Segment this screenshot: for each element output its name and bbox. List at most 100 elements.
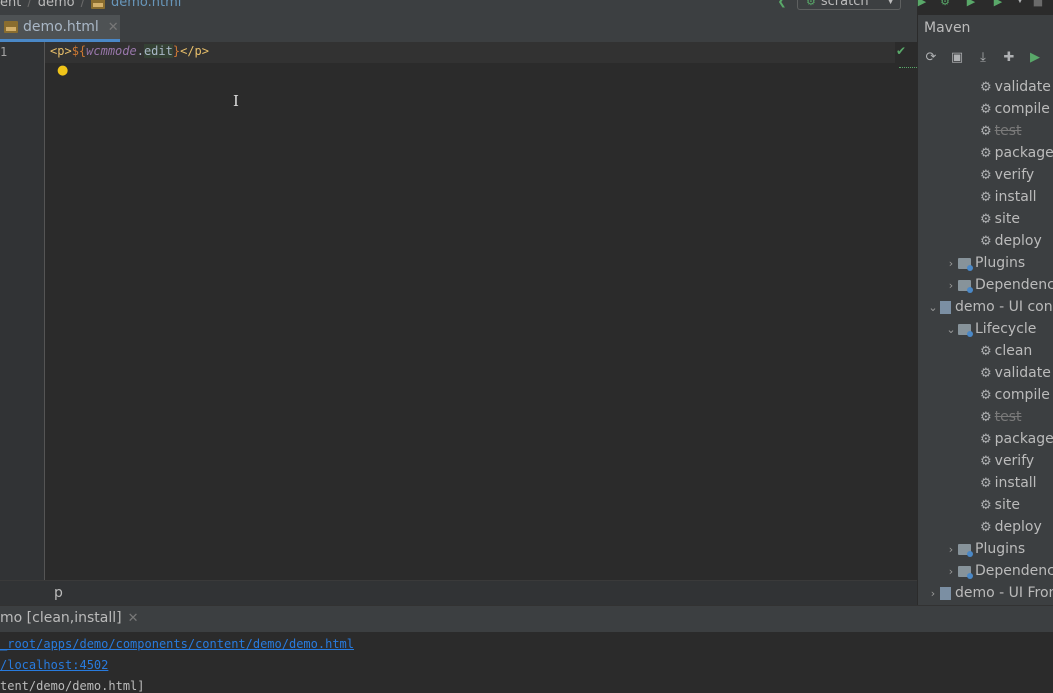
gear-icon: ⚙	[980, 365, 992, 381]
maven-tree-item[interactable]: ⚙ install	[980, 186, 1037, 208]
maven-tree-item[interactable]: ⚙ deploy	[980, 230, 1042, 252]
maven-tree-item[interactable]: ⚙ install	[980, 472, 1037, 494]
editor-tab-demo-html[interactable]: demo.html ✕	[0, 15, 120, 42]
breadcrumb-file[interactable]: demo.html	[111, 0, 181, 10]
gear-icon: ⚙	[806, 0, 816, 8]
console-line: tent/demo/demo.html]	[0, 679, 145, 693]
breadcrumb-item-1[interactable]: demo	[38, 0, 75, 10]
chevron-right-icon[interactable]: ›	[944, 257, 958, 270]
chevron-down-icon[interactable]: ⌄	[926, 301, 940, 314]
download-icon[interactable]: ⤓	[970, 50, 996, 65]
html-file-icon	[4, 21, 18, 33]
maven-tree-item-label: validate	[994, 365, 1051, 381]
maven-tree-item-label: validate	[994, 79, 1051, 95]
chevron-right-icon[interactable]: ›	[944, 279, 958, 292]
gear-icon: ⚙	[980, 519, 992, 535]
maven-tree-item[interactable]: ⚙ package	[980, 428, 1053, 450]
maven-tree-item[interactable]: ⚙ validate	[980, 362, 1051, 384]
maven-tree-item[interactable]: › Plugins	[944, 252, 1025, 274]
maven-tree-item-label: Dependencies	[975, 277, 1053, 293]
console-link[interactable]: _root/apps/demo/components/content/demo/…	[0, 637, 354, 651]
breadcrumb: ent / demo / demo.html	[0, 0, 181, 10]
maven-tree-item-label: Plugins	[975, 541, 1026, 557]
maven-tree-item[interactable]: ⚙ test	[980, 120, 1022, 142]
chevron-down-icon: ▼	[887, 0, 894, 6]
add-icon[interactable]: ✚	[996, 50, 1022, 65]
run-icon[interactable]: ▶	[1022, 50, 1048, 65]
folder-icon	[958, 543, 973, 557]
run-console[interactable]: _root/apps/demo/components/content/demo/…	[0, 632, 1053, 693]
close-icon[interactable]: ✕	[128, 611, 139, 626]
code-close-tag: </p>	[180, 44, 209, 58]
gear-icon: ⚙	[980, 79, 992, 95]
chevron-down-icon[interactable]: ▼	[1012, 0, 1028, 9]
maven-tree-item[interactable]: › Dependencies	[944, 560, 1053, 582]
maven-tree-item[interactable]: ⚙ compile	[980, 384, 1050, 406]
maven-tree-item[interactable]: ⚙ verify	[980, 450, 1034, 472]
gear-icon: ⚙	[980, 387, 992, 403]
maven-tree-item[interactable]: › demo - UI Frontend	[926, 582, 1053, 604]
html-file-icon	[91, 0, 105, 9]
run-tab-label: mo [clean,install]	[0, 610, 122, 626]
run-configuration-label: scratch	[820, 0, 869, 9]
run-panel-header	[0, 605, 1053, 633]
debug-icon[interactable]: ⚙	[937, 0, 953, 9]
refresh-icon[interactable]: ⟳	[918, 50, 944, 65]
add-folder-icon[interactable]: ▣	[944, 50, 970, 65]
gear-icon: ⚙	[980, 409, 992, 425]
run-configuration-select[interactable]: ⚙ scratch ▼	[797, 0, 901, 10]
maven-tree-item[interactable]: ⚙ site	[980, 208, 1020, 230]
gear-icon: ⚙	[980, 189, 992, 205]
breadcrumb-item-0[interactable]: ent	[0, 0, 21, 10]
folder-icon	[958, 279, 973, 293]
profile-icon[interactable]: ▶	[990, 0, 1006, 9]
gear-icon: ⚙	[980, 343, 992, 359]
code-expression-start: ${	[71, 44, 87, 58]
maven-tree-item[interactable]: ⚙ clean	[980, 340, 1032, 362]
chevron-right-icon[interactable]: ›	[944, 565, 958, 578]
chevron-down-icon[interactable]: ⌄	[944, 323, 958, 336]
back-arrow-icon[interactable]: ❮	[774, 0, 790, 9]
close-icon[interactable]: ✕	[108, 20, 119, 35]
maven-tree-item[interactable]: ⚙ site	[980, 494, 1020, 516]
code-dot: .	[136, 44, 144, 58]
coverage-icon[interactable]: ▶	[963, 0, 979, 9]
editor-tab-label: demo.html	[23, 19, 99, 35]
chevron-right-icon[interactable]: ›	[926, 587, 940, 600]
editor-gutter[interactable]	[0, 42, 45, 580]
maven-tree-item[interactable]: ⚙ deploy	[980, 516, 1042, 538]
maven-tree-item-label: verify	[994, 167, 1035, 183]
maven-tree-item[interactable]: › Plugins	[944, 538, 1025, 560]
gear-icon: ⚙	[980, 233, 992, 249]
editor-breadcrumb-tag[interactable]: p	[54, 585, 63, 601]
maven-tree-item-label: deploy	[994, 519, 1042, 535]
folder-icon	[958, 323, 973, 337]
maven-tree-item[interactable]: ⚙ package	[980, 142, 1053, 164]
code-line[interactable]: <p>${wcmmode.edit}</p>	[50, 44, 209, 58]
lightbulb-icon[interactable]: ●	[57, 63, 71, 79]
maven-tree-item[interactable]: ⚙ test	[980, 406, 1022, 428]
maven-tree-item-label: install	[994, 475, 1037, 491]
stop-icon[interactable]: ■	[1030, 0, 1046, 9]
maven-tree-item-label: demo - UI content	[955, 299, 1053, 315]
console-link[interactable]: /localhost:4502	[0, 658, 108, 672]
maven-tree-item[interactable]: › Dependencies	[944, 274, 1053, 296]
line-number: 1	[0, 45, 8, 59]
folder-icon	[958, 257, 973, 271]
checkmark-icon[interactable]: ✔	[896, 44, 906, 58]
chevron-right-icon[interactable]: ›	[944, 543, 958, 556]
code-editor[interactable]	[45, 42, 917, 580]
maven-tree-item-label: test	[994, 409, 1022, 425]
maven-tree-item[interactable]: ⌄ Lifecycle	[944, 318, 1036, 340]
maven-tree-item-label: clean	[994, 343, 1033, 359]
maven-tree-item[interactable]: ⚙ validate	[980, 76, 1051, 98]
run-icon[interactable]: ▶	[914, 0, 930, 9]
maven-panel-title: Maven	[924, 20, 971, 36]
run-tab[interactable]: mo [clean,install] ✕	[0, 610, 139, 626]
scrollbar-marker	[899, 67, 917, 71]
maven-tree-item[interactable]: ⚙ compile	[980, 98, 1050, 120]
maven-project-icon	[940, 300, 951, 314]
maven-tree-item[interactable]: ⚙ verify	[980, 164, 1034, 186]
maven-tree-item[interactable]: ⌄ demo - UI content	[926, 296, 1053, 318]
maven-tree-item-label: compile	[994, 101, 1050, 117]
